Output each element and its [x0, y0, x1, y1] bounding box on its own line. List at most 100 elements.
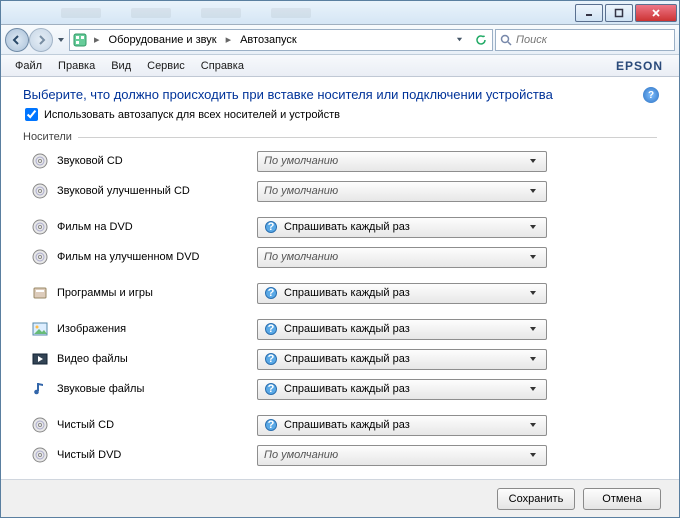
dvd-icon: [31, 248, 49, 266]
chevron-down-icon: [526, 184, 540, 198]
media-action-dropdown[interactable]: ?Спрашивать каждый раз: [257, 283, 547, 304]
audio-icon: [31, 380, 49, 398]
media-action-dropdown[interactable]: ? Спрашивать каждый раз: [257, 217, 547, 238]
media-row: Видео файлы?Спрашивать каждый раз: [23, 347, 657, 371]
dropdown-value: Спрашивать каждый раз: [284, 221, 520, 233]
help-small-icon: ?: [264, 352, 278, 366]
forward-button[interactable]: [29, 28, 53, 52]
svg-text:?: ?: [268, 221, 275, 233]
media-row: Звуковые файлы?Спрашивать каждый раз: [23, 377, 657, 401]
breadcrumb-item-hardware[interactable]: Оборудование и звук: [106, 34, 220, 46]
dropdown-value: Спрашивать каждый раз: [284, 419, 520, 431]
brand-label: EPSON: [616, 59, 673, 73]
image-icon: [31, 320, 49, 338]
menu-file[interactable]: Файл: [7, 58, 50, 74]
group-media-header: Носители: [23, 131, 657, 143]
media-label: Звуковой CD: [57, 155, 257, 167]
window: ▸ Оборудование и звук ▸ Автозапуск Файл …: [0, 0, 680, 518]
dropdown-value: По умолчанию: [264, 251, 520, 263]
close-button[interactable]: [635, 4, 677, 22]
help-small-icon: ?: [264, 220, 278, 234]
cd-icon: [31, 416, 49, 434]
software-icon: [31, 284, 49, 302]
chevron-down-icon: [526, 382, 540, 396]
search-box[interactable]: [495, 29, 675, 51]
dropdown-value: Спрашивать каждый раз: [284, 287, 520, 299]
media-label: Программы и игры: [57, 287, 257, 299]
media-label: Видео файлы: [57, 353, 257, 365]
media-label: Звуковые файлы: [57, 383, 257, 395]
save-button[interactable]: Сохранить: [497, 488, 575, 510]
media-action-dropdown[interactable]: ?Спрашивать каждый раз: [257, 379, 547, 400]
divider: [78, 137, 657, 138]
minimize-button[interactable]: [575, 4, 603, 22]
media-action-dropdown[interactable]: По умолчанию: [257, 247, 547, 268]
media-action-dropdown[interactable]: ? Спрашивать каждый раз: [257, 319, 547, 340]
menu-help[interactable]: Справка: [193, 58, 252, 74]
breadcrumb-item-autoplay[interactable]: Автозапуск: [237, 34, 300, 46]
menu-edit[interactable]: Правка: [50, 58, 103, 74]
page-title: Выберите, что должно происходить при вст…: [23, 87, 657, 102]
maximize-button[interactable]: [605, 4, 633, 22]
control-panel-icon: [72, 32, 88, 48]
help-small-icon: ?: [264, 418, 278, 432]
media-row: Чистый DVD По умолчанию: [23, 443, 657, 467]
svg-text:?: ?: [268, 323, 275, 335]
media-action-dropdown[interactable]: По умолчанию: [257, 181, 547, 202]
chevron-down-icon: [526, 418, 540, 432]
media-label: Чистый DVD: [57, 449, 257, 461]
media-label: Фильм на улучшенном DVD: [57, 251, 257, 263]
chevron-down-icon: [526, 448, 540, 462]
address-bar[interactable]: ▸ Оборудование и звук ▸ Автозапуск: [69, 29, 493, 51]
media-label: Звуковой улучшенный CD: [57, 185, 257, 197]
media-row: Звуковой улучшенный CD По умолчанию: [23, 179, 657, 203]
media-row: Программы и игры?Спрашивать каждый раз: [23, 281, 657, 305]
back-button[interactable]: [5, 28, 29, 52]
media-action-dropdown[interactable]: По умолчанию: [257, 445, 547, 466]
dropdown-value: Спрашивать каждый раз: [284, 323, 520, 335]
chevron-down-icon: [526, 352, 540, 366]
titlebar-tabs-hint: [1, 8, 573, 18]
media-label: Изображения: [57, 323, 257, 335]
media-row: Изображения? Спрашивать каждый раз: [23, 317, 657, 341]
menu-service[interactable]: Сервис: [139, 58, 193, 74]
nav-arrows: [5, 28, 53, 52]
media-row: Фильм на DVD? Спрашивать каждый раз: [23, 215, 657, 239]
address-dropdown[interactable]: [450, 36, 468, 43]
menu-view[interactable]: Вид: [103, 58, 139, 74]
dvd-icon: [31, 218, 49, 236]
chevron-down-icon: [526, 322, 540, 336]
media-row: Звуковой CD По умолчанию: [23, 149, 657, 173]
dropdown-value: По умолчанию: [264, 185, 520, 197]
autoplay-all-row: Использовать автозапуск для всех носител…: [25, 108, 657, 121]
media-label: Фильм на DVD: [57, 221, 257, 233]
cancel-button[interactable]: Отмена: [583, 488, 661, 510]
dvd-icon: [31, 446, 49, 464]
svg-text:?: ?: [268, 419, 275, 431]
help-icon[interactable]: ?: [643, 87, 659, 103]
media-row: Чистый CD? Спрашивать каждый раз: [23, 413, 657, 437]
content: ? Выберите, что должно происходить при в…: [1, 77, 679, 479]
nav-history-dropdown[interactable]: [55, 36, 67, 44]
search-input[interactable]: [516, 34, 670, 46]
cd-icon: [31, 182, 49, 200]
refresh-button[interactable]: [472, 34, 490, 46]
media-rows: Звуковой CDПо умолчаниюЗвуковой улучшенн…: [23, 149, 657, 469]
media-action-dropdown[interactable]: ? Спрашивать каждый раз: [257, 415, 547, 436]
cd-icon: [31, 152, 49, 170]
breadcrumb-sep: ▸: [92, 33, 102, 46]
media-action-dropdown[interactable]: ?Спрашивать каждый раз: [257, 349, 547, 370]
media-action-dropdown[interactable]: По умолчанию: [257, 151, 547, 172]
autoplay-all-checkbox[interactable]: [25, 108, 38, 121]
help-small-icon: ?: [264, 382, 278, 396]
media-label: Чистый CD: [57, 419, 257, 431]
help-small-icon: ?: [264, 322, 278, 336]
group-media-label: Носители: [23, 131, 72, 143]
breadcrumb-sep: ▸: [224, 33, 234, 46]
chevron-down-icon: [526, 154, 540, 168]
dropdown-value: По умолчанию: [264, 449, 520, 461]
dropdown-value: По умолчанию: [264, 155, 520, 167]
navbar: ▸ Оборудование и звук ▸ Автозапуск: [1, 25, 679, 55]
footer: Сохранить Отмена: [1, 479, 679, 517]
titlebar: [1, 1, 679, 25]
